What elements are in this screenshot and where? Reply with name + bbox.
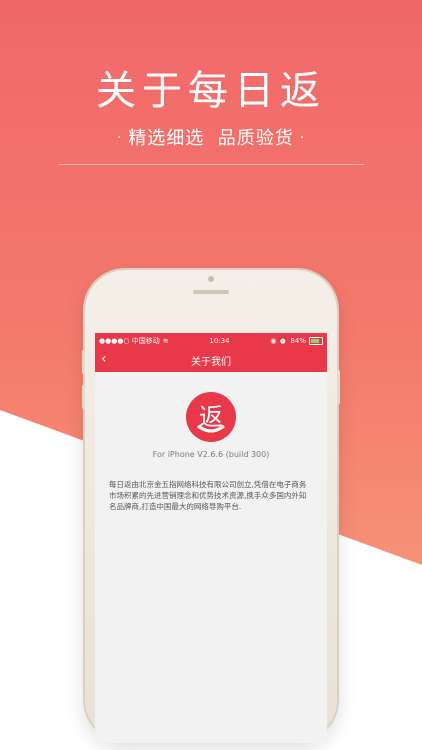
phone-screen: ●●●●○ 中国移动 ≋ 10:34 ◉ ⏰ 84% ‹ 关于我们 返 For … — [95, 333, 327, 743]
side-button — [82, 350, 85, 374]
hero-subtitle: · 精选细选 品质验货 · — [0, 124, 422, 150]
company-description: 每日返由北京金五指网络科技有限公司创立,凭借在电子商务市场积累的先进营销理念和优… — [109, 480, 307, 511]
hero-subtitle-left: 精选细选 — [128, 128, 205, 149]
wifi-icon: ≋ — [162, 336, 169, 345]
hero-divider — [58, 164, 364, 165]
bullet-dot: · — [299, 130, 306, 146]
nav-title: 关于我们 — [191, 356, 231, 368]
status-bar: ●●●●○ 中国移动 ≋ 10:34 ◉ ⏰ 84% — [95, 333, 327, 348]
nav-bar: ‹ 关于我们 — [95, 348, 327, 372]
side-button — [337, 370, 340, 404]
speaker-grille — [193, 290, 229, 294]
battery-percent: 84% — [290, 336, 306, 345]
carrier-label: ●●●●○ 中国移动 — [99, 336, 160, 345]
status-icons: ◉ ⏰ — [270, 336, 288, 345]
status-time: 10:34 — [209, 336, 230, 345]
bullet-dot: · — [116, 130, 123, 146]
svg-text:返: 返 — [199, 403, 223, 431]
battery-icon — [308, 336, 323, 345]
about-content: 返 For iPhone V2.6.6 (build 300) 每日返由北京金五… — [95, 372, 327, 512]
phone-frame: ●●●●○ 中国移动 ≋ 10:34 ◉ ⏰ 84% ‹ 关于我们 返 For … — [82, 270, 340, 743]
version-label: For iPhone V2.6.6 (build 300) — [152, 450, 270, 459]
app-logo: 返 — [186, 392, 236, 442]
side-button — [82, 385, 85, 409]
hero-title: 关于每日返 — [96, 68, 326, 114]
logo-icon: 返 — [197, 403, 225, 433]
hero-subtitle-right: 品质验货 — [217, 128, 294, 149]
camera-icon — [208, 276, 214, 282]
back-icon[interactable]: ‹ — [101, 351, 107, 367]
